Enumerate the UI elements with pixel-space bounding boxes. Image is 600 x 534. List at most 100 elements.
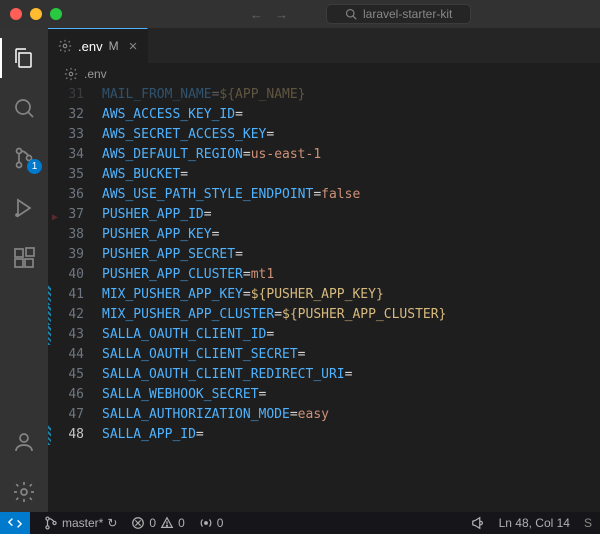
git-branch[interactable]: master* ↻ <box>44 516 117 530</box>
search-placeholder: laravel-starter-kit <box>363 7 452 21</box>
tab-bar: .env M × <box>48 28 600 63</box>
code-content[interactable]: AWS_SECRET_ACCESS_KEY= <box>102 125 600 145</box>
run-debug-icon[interactable] <box>0 188 48 228</box>
command-center[interactable]: laravel-starter-kit <box>326 4 471 24</box>
line-number: 33 <box>48 125 102 145</box>
titlebar: ← → laravel-starter-kit <box>0 0 600 28</box>
tab-modified-marker: M <box>109 39 119 53</box>
code-content[interactable]: MIX_PUSHER_APP_KEY=${PUSHER_APP_KEY} <box>102 285 600 305</box>
code-line[interactable]: 47SALLA_AUTHORIZATION_MODE=easy <box>48 405 600 425</box>
search-icon <box>345 8 357 20</box>
code-line[interactable]: 39PUSHER_APP_SECRET= <box>48 245 600 265</box>
remote-indicator[interactable] <box>0 512 30 534</box>
cursor-position[interactable]: Ln 48, Col 14 <box>499 516 570 530</box>
feedback[interactable] <box>471 516 485 530</box>
activity-bar: 1 <box>0 28 48 512</box>
code-content[interactable]: AWS_USE_PATH_STYLE_ENDPOINT=false <box>102 185 600 205</box>
code-line[interactable]: 42MIX_PUSHER_APP_CLUSTER=${PUSHER_APP_CL… <box>48 305 600 325</box>
code-content[interactable]: SALLA_OAUTH_CLIENT_ID= <box>102 325 600 345</box>
extensions-icon[interactable] <box>0 238 48 278</box>
code-line[interactable]: 48SALLA_APP_ID= <box>48 425 600 445</box>
code-line[interactable]: 45SALLA_OAUTH_CLIENT_REDIRECT_URI= <box>48 365 600 385</box>
code-content[interactable]: PUSHER_APP_KEY= <box>102 225 600 245</box>
minimize-window[interactable] <box>30 8 42 20</box>
nav-back-icon[interactable]: ← <box>250 7 263 22</box>
error-count: 0 <box>149 516 156 530</box>
code-content[interactable]: PUSHER_APP_ID= <box>102 205 600 225</box>
line-number: 44 <box>48 345 102 365</box>
line-number: 45 <box>48 365 102 385</box>
code-content[interactable]: MIX_PUSHER_APP_CLUSTER=${PUSHER_APP_CLUS… <box>102 305 600 325</box>
line-number: 40 <box>48 265 102 285</box>
line-number: 32 <box>48 105 102 125</box>
code-line[interactable]: 41MIX_PUSHER_APP_KEY=${PUSHER_APP_KEY} <box>48 285 600 305</box>
code-line[interactable]: 31MAIL_FROM_NAME=${APP_NAME} <box>48 85 600 105</box>
maximize-window[interactable] <box>50 8 62 20</box>
code-line[interactable]: 46SALLA_WEBHOOK_SECRET= <box>48 385 600 405</box>
remote-icon <box>8 516 22 530</box>
code-content[interactable]: PUSHER_APP_CLUSTER=mt1 <box>102 265 600 285</box>
line-number: 38 <box>48 225 102 245</box>
code-line[interactable]: 35AWS_BUCKET= <box>48 165 600 185</box>
search-tab-icon[interactable] <box>0 88 48 128</box>
code-content[interactable]: AWS_ACCESS_KEY_ID= <box>102 105 600 125</box>
error-icon <box>131 516 145 530</box>
code-line[interactable]: 34AWS_DEFAULT_REGION=us-east-1 <box>48 145 600 165</box>
branch-icon <box>44 516 58 530</box>
line-number: 43 <box>48 325 102 345</box>
explorer-icon[interactable] <box>0 38 48 78</box>
code-line[interactable]: 33AWS_SECRET_ACCESS_KEY= <box>48 125 600 145</box>
code-line[interactable]: 44SALLA_OAUTH_CLIENT_SECRET= <box>48 345 600 365</box>
scm-badge: 1 <box>27 159 42 174</box>
breadcrumb[interactable]: .env <box>48 63 600 85</box>
warning-icon <box>160 516 174 530</box>
line-number: 37▶ <box>48 205 102 225</box>
breadcrumb-file: .env <box>84 67 107 81</box>
megaphone-icon <box>471 516 485 530</box>
code-content[interactable]: AWS_BUCKET= <box>102 165 600 185</box>
ports[interactable]: 0 <box>199 516 224 530</box>
code-content[interactable]: MAIL_FROM_NAME=${APP_NAME} <box>102 85 600 105</box>
line-number: 35 <box>48 165 102 185</box>
code-line[interactable]: 36AWS_USE_PATH_STYLE_ENDPOINT=false <box>48 185 600 205</box>
warning-count: 0 <box>178 516 185 530</box>
code-line[interactable]: 40PUSHER_APP_CLUSTER=mt1 <box>48 265 600 285</box>
code-line[interactable]: 43SALLA_OAUTH_CLIENT_ID= <box>48 325 600 345</box>
settings-gear-icon[interactable] <box>0 472 48 512</box>
line-number: 48 <box>48 425 102 445</box>
code-line[interactable]: 38PUSHER_APP_KEY= <box>48 225 600 245</box>
line-number: 34 <box>48 145 102 165</box>
source-control-icon[interactable]: 1 <box>0 138 48 178</box>
problems[interactable]: 0 0 <box>131 516 184 530</box>
status-more: S <box>584 516 592 530</box>
line-number: 47 <box>48 405 102 425</box>
code-content[interactable]: PUSHER_APP_SECRET= <box>102 245 600 265</box>
code-content[interactable]: SALLA_OAUTH_CLIENT_SECRET= <box>102 345 600 365</box>
line-number: 36 <box>48 185 102 205</box>
code-line[interactable]: 32AWS_ACCESS_KEY_ID= <box>48 105 600 125</box>
radio-icon <box>199 516 213 530</box>
code-line[interactable]: 37▶PUSHER_APP_ID= <box>48 205 600 225</box>
code-content[interactable]: SALLA_AUTHORIZATION_MODE=easy <box>102 405 600 425</box>
window-controls <box>10 8 62 20</box>
tab-env[interactable]: .env M × <box>48 28 148 63</box>
gear-icon <box>64 67 78 81</box>
code-content[interactable]: AWS_DEFAULT_REGION=us-east-1 <box>102 145 600 165</box>
nav-forward-icon[interactable]: → <box>275 7 288 22</box>
code-content[interactable]: SALLA_WEBHOOK_SECRET= <box>102 385 600 405</box>
editor[interactable]: 31MAIL_FROM_NAME=${APP_NAME}32AWS_ACCESS… <box>48 85 600 512</box>
close-window[interactable] <box>10 8 22 20</box>
status-bar: master* ↻ 0 0 0 Ln 48, Col 14 S <box>0 512 600 534</box>
line-number: 46 <box>48 385 102 405</box>
ports-count: 0 <box>217 516 224 530</box>
close-icon[interactable]: × <box>129 38 138 55</box>
sync-icon: ↻ <box>107 516 117 530</box>
line-number: 42 <box>48 305 102 325</box>
line-number: 39 <box>48 245 102 265</box>
nav-arrows: ← → <box>250 7 288 22</box>
account-icon[interactable] <box>0 422 48 462</box>
branch-name: master* <box>62 516 103 530</box>
code-content[interactable]: SALLA_APP_ID= <box>102 425 600 445</box>
code-content[interactable]: SALLA_OAUTH_CLIENT_REDIRECT_URI= <box>102 365 600 385</box>
tab-label: .env <box>78 39 103 54</box>
